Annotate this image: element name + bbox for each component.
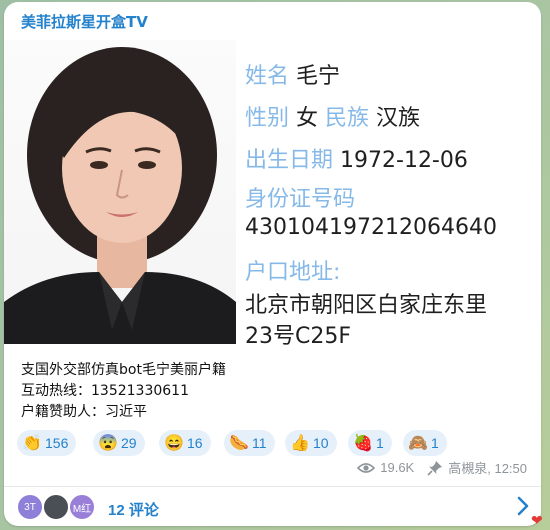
comments-bar[interactable]: 3T M红 12 评论 [4, 487, 541, 526]
thumbs-up-icon: 👍 [290, 435, 310, 452]
reaction-count: 10 [313, 435, 329, 451]
caption-line-2: 互动热线：13521330611 [21, 383, 189, 399]
hotdog-icon: 🌭 [229, 435, 249, 452]
reaction-thumbs-up[interactable]: 👍 10 [285, 430, 337, 456]
comments-label[interactable]: 12 评论 [108, 499, 159, 520]
reaction-count: 11 [252, 435, 267, 451]
reaction-strawberry[interactable]: 🍓 1 [348, 430, 392, 456]
message-meta: 19.6K 高槻泉, 12:50 [357, 458, 527, 477]
strawberry-icon: 🍓 [353, 435, 373, 452]
channel-name[interactable]: 美菲拉斯星开盒TV [21, 11, 148, 32]
address-line1: 北京市朝阳区白家庄东里 [245, 293, 488, 318]
chevron-right-icon[interactable] [517, 496, 529, 516]
pin-icon [427, 460, 443, 476]
name-label: 姓名 [245, 64, 290, 89]
gender-row: 性别 女 民族 汉族 [245, 100, 420, 132]
gender-value: 女 [296, 106, 319, 131]
reaction-count: 156 [45, 435, 69, 451]
reaction-count: 1 [376, 435, 384, 451]
name-value: 毛宁 [296, 64, 341, 89]
caption-line-3: 户籍赞助人：习近平 [21, 404, 147, 420]
reaction-count: 1 [431, 435, 439, 451]
reaction-see-no-evil[interactable]: 🙈 1 [403, 430, 447, 456]
reaction-fearful[interactable]: 😨 29 [93, 430, 145, 456]
avatar [42, 493, 70, 521]
address-label: 户口地址: [245, 260, 341, 285]
dob-row: 出生日期 1972-12-06 [245, 142, 468, 174]
reaction-clap[interactable]: 👏 156 [17, 430, 77, 456]
address-label-row: 户口地址: [245, 254, 340, 286]
ethnicity-label: 民族 [325, 106, 370, 131]
heart-icon: ❤ [531, 512, 543, 528]
name-row: 姓名 毛宁 [245, 58, 340, 90]
avatar: M红 [68, 493, 96, 521]
eye-icon [357, 462, 376, 473]
reaction-count: 29 [121, 435, 137, 451]
view-count: 19.6K [380, 460, 415, 475]
id-number-label: 身份证号码 [245, 187, 356, 212]
message-bubble: 美菲拉斯星开盒TV 姓名 毛宁 性别 女 民族 汉族 出生日期 1972-12-… [4, 2, 541, 526]
id-card-image[interactable]: 姓名 毛宁 性别 女 民族 汉族 出生日期 1972-12-06 身份证号码 4… [4, 40, 541, 349]
id-number-value: 430104197212064640 [245, 215, 497, 240]
clap-icon: 👏 [22, 435, 42, 452]
ethnicity-value: 汉族 [376, 106, 421, 131]
see-no-evil-monkey-icon: 🙈 [408, 435, 428, 452]
dob-value: 1972-12-06 [340, 148, 468, 173]
gender-label: 性别 [245, 106, 290, 131]
id-label-row: 身份证号码 [245, 181, 355, 213]
reaction-count: 16 [187, 435, 203, 451]
id-number-row: 430104197212064640 [245, 215, 497, 240]
fearful-face-icon: 😨 [98, 435, 118, 452]
grinning-face-icon: 😄 [164, 435, 184, 452]
dob-label: 出生日期 [245, 148, 334, 173]
author-time: 高槻泉, 12:50 [448, 461, 527, 476]
reaction-hotdog[interactable]: 🌭 11 [224, 430, 275, 456]
caption-line-1: 支国外交部仿真bot毛宁美丽户籍 [21, 362, 226, 378]
avatar: 3T [16, 493, 44, 521]
portrait-photo [4, 40, 236, 344]
reaction-grin[interactable]: 😄 16 [159, 430, 211, 456]
address-line2: 23号C25F [245, 324, 352, 349]
message-caption: 支国外交部仿真bot毛宁美丽户籍 互动热线：13521330611 户籍赞助人：… [21, 360, 226, 423]
